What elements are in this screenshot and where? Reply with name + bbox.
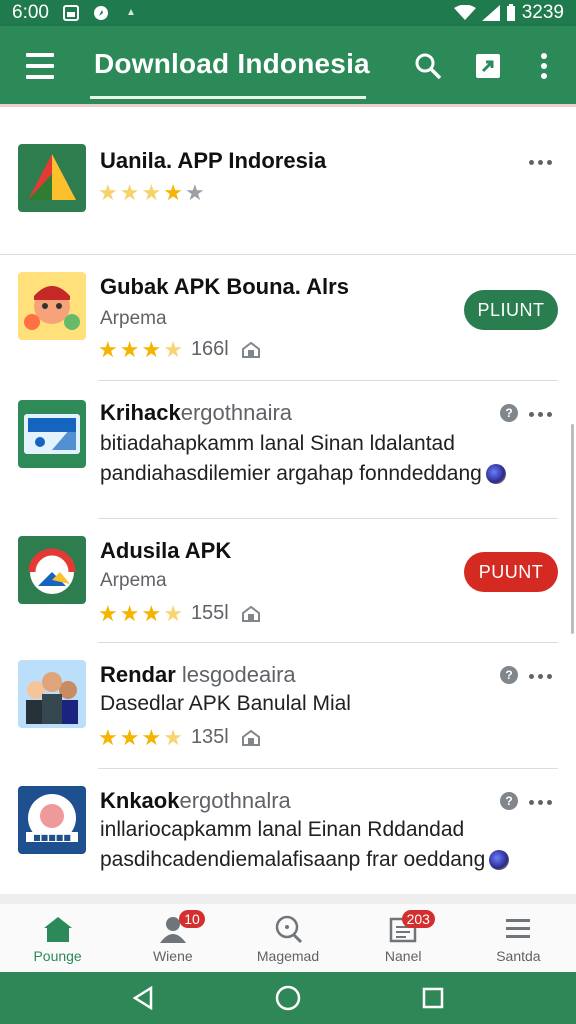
status-clock-right: 3239	[521, 2, 564, 23]
app-icon: ■■■■■	[18, 786, 86, 854]
home-icon	[41, 914, 75, 944]
install-button[interactable]: PLIUNT	[464, 290, 558, 330]
app-description-2: pandiahasdilemier argahap fonndeddang	[100, 462, 506, 486]
install-button[interactable]: PUUNT	[464, 552, 558, 592]
nav-item-news[interactable]: 203 Nanel	[346, 904, 461, 972]
app-name: Uanila. APP Indoresia	[100, 148, 327, 173]
back-icon[interactable]	[123, 978, 163, 1018]
list-item[interactable]: Adusila APK Arpema ★ ★ ★ ★ 155l PUUNT	[0, 518, 576, 643]
system-navigation-bar	[0, 972, 576, 1024]
more-vert-icon[interactable]	[524, 46, 564, 86]
globe-emoji-icon	[485, 464, 506, 485]
menu-icon	[501, 914, 535, 944]
download-count: 135l	[190, 726, 229, 748]
help-icon[interactable]: ?	[500, 792, 518, 810]
gallery-notification-icon	[62, 5, 79, 21]
scrollbar[interactable]	[571, 424, 574, 634]
download-count: 166l	[190, 338, 229, 360]
nav-label: Nanel	[384, 948, 422, 964]
nav-label: Wiene	[152, 948, 193, 964]
nav-label: Pounge	[33, 948, 82, 964]
install-icon	[241, 729, 260, 746]
list-item[interactable]: Uanila. APP Indoresia ★ ★ ★ ★ ★	[0, 104, 576, 255]
svg-text:■■■■■: ■■■■■	[33, 833, 71, 842]
recents-icon[interactable]	[413, 978, 453, 1018]
nav-item-menu[interactable]: Santda	[461, 904, 576, 972]
search-icon[interactable]	[408, 46, 448, 86]
list-item[interactable]: Rendar lesgodeaira ? Dasedlar APK Banula…	[0, 642, 576, 769]
app-notification-icon	[93, 6, 108, 20]
app-description: inllariocapkamm lanal Einan Rddandad	[100, 818, 465, 841]
app-name: Krihackergothnaira	[100, 400, 293, 425]
list-item[interactable]: Krihackergothnaira ? bitiadahapkamm lana…	[0, 380, 576, 519]
battery-icon	[506, 4, 515, 21]
app-description-2: pasdihcadendiemalafisaanp frar oeddang	[100, 848, 510, 872]
help-icon[interactable]: ?	[500, 666, 518, 684]
publisher: Arpema	[100, 570, 167, 591]
notification-badge: 203	[401, 910, 435, 928]
list-item[interactable]: ■■■■■ Knkaokergothnalra ? inllariocapkam…	[0, 768, 576, 894]
nav-item-profile[interactable]: 10 Wiene	[115, 904, 230, 972]
screen: 6:00 3239 Download Indonesia Uanila. APP…	[0, 0, 576, 1024]
nav-item-search[interactable]: Magemad	[230, 904, 345, 972]
search-icon	[271, 914, 305, 944]
app-description: Dasedlar APK Banulal Mial	[100, 692, 351, 715]
rating-stars: ★ ★ ★ ★ 155l	[98, 602, 261, 625]
app-icon	[18, 536, 86, 604]
small-notification-icon	[127, 9, 134, 15]
title-underline	[90, 96, 366, 99]
more-options-icon[interactable]	[526, 666, 554, 686]
more-options-icon[interactable]	[526, 792, 554, 812]
nav-label: Magemad	[256, 948, 320, 964]
globe-emoji-icon	[489, 850, 510, 871]
bottom-navigation: Pounge 10 Wiene Magemad 203 Nanel Santda	[0, 904, 576, 972]
app-list: Uanila. APP Indoresia ★ ★ ★ ★ ★ Gubak APK Bo…	[0, 104, 576, 894]
install-icon	[241, 341, 260, 358]
app-name: Knkaokergothnalra	[100, 788, 291, 813]
bottom-separator	[0, 894, 576, 904]
nav-item-home[interactable]: Pounge	[0, 904, 115, 972]
share-icon[interactable]	[468, 46, 508, 86]
more-options-icon[interactable]	[526, 152, 554, 172]
menu-icon[interactable]	[18, 48, 62, 84]
home-button-icon[interactable]	[268, 978, 308, 1018]
notification-badge: 10	[179, 910, 205, 928]
app-icon	[18, 272, 86, 340]
app-icon	[18, 660, 86, 728]
rating-stars: ★ ★ ★ ★ ★	[98, 180, 205, 205]
help-icon[interactable]: ?	[500, 404, 518, 422]
install-icon	[241, 605, 260, 622]
rating-stars: ★ ★ ★ ★ 135l	[98, 726, 261, 749]
page-title: Download Indonesia	[94, 48, 370, 79]
app-icon	[18, 144, 86, 212]
wifi-icon	[453, 5, 476, 20]
app-icon	[18, 400, 86, 468]
publisher: Arpema	[100, 308, 167, 329]
nav-label: Santda	[496, 948, 541, 964]
status-bar: 6:00 3239	[0, 0, 576, 26]
app-name: Rendar lesgodeaira	[100, 662, 296, 687]
status-time: 6:00	[12, 2, 49, 23]
app-name: Adusila APK	[100, 538, 232, 563]
app-bar: Download Indonesia	[0, 26, 576, 104]
list-item[interactable]: Gubak APK Bouna. Alrs Arpema ★ ★ ★ ★ 166l P…	[0, 254, 576, 381]
download-count: 155l	[190, 602, 229, 624]
app-description: bitiadahapkamm lanal Sinan ldalantad	[100, 432, 455, 455]
app-name: Gubak APK Bouna. Alrs	[100, 274, 349, 299]
more-options-icon[interactable]	[526, 404, 554, 424]
rating-stars: ★ ★ ★ ★ 166l	[98, 338, 261, 361]
signal-icon	[481, 5, 500, 21]
